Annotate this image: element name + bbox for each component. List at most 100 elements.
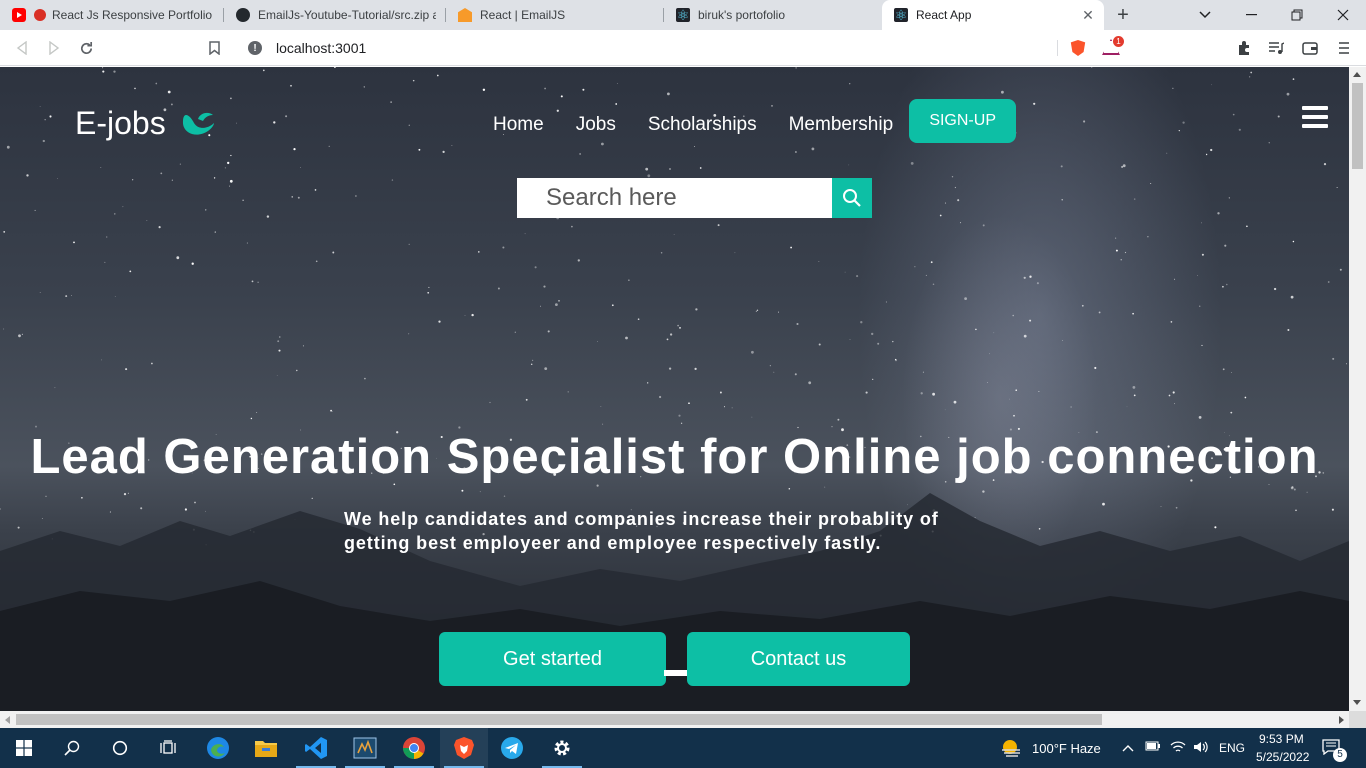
scroll-down-arrow-icon[interactable] bbox=[1353, 700, 1361, 705]
forward-button[interactable] bbox=[44, 38, 64, 58]
mysql-workbench-icon[interactable] bbox=[341, 728, 389, 768]
horizontal-scrollbar[interactable] bbox=[0, 711, 1349, 728]
weather-text[interactable]: 100°F Haze bbox=[1032, 741, 1101, 756]
brave-icon[interactable] bbox=[440, 728, 488, 768]
hero-section: E-jobs Home Jobs Scholarships Membership… bbox=[0, 67, 1349, 711]
star bbox=[616, 83, 618, 84]
nav-jobs[interactable]: Jobs bbox=[576, 114, 616, 136]
nav-home[interactable]: Home bbox=[493, 114, 544, 136]
star bbox=[794, 151, 797, 153]
site-info-icon[interactable]: ! bbox=[248, 41, 262, 55]
nav-scholarships[interactable]: Scholarships bbox=[648, 114, 757, 136]
star bbox=[920, 392, 923, 395]
emailjs-icon bbox=[458, 8, 472, 22]
address-bar[interactable]: ! localhost:3001 1 bbox=[236, 34, 1128, 62]
star bbox=[925, 274, 927, 276]
new-tab-button[interactable]: + bbox=[1112, 4, 1134, 26]
get-started-button[interactable]: Get started bbox=[439, 632, 666, 686]
tab-emailjs[interactable]: React | EmailJS bbox=[446, 0, 664, 30]
clock-date[interactable]: 5/25/2022 bbox=[1256, 750, 1309, 764]
scroll-up-arrow-icon[interactable] bbox=[1353, 72, 1361, 77]
clock-time[interactable]: 9:53 PM bbox=[1259, 732, 1304, 746]
weather-haze-icon[interactable] bbox=[990, 728, 1032, 768]
settings-icon[interactable] bbox=[538, 728, 586, 768]
windows-taskbar: 100°F Haze ENG 9:53 PM 5/25/2022 5 bbox=[0, 728, 1366, 768]
star bbox=[514, 331, 516, 333]
contact-us-button[interactable]: Contact us bbox=[687, 632, 910, 686]
wallet-icon[interactable] bbox=[1300, 38, 1320, 58]
tab-react-app[interactable]: ⚛ React App ✕ bbox=[882, 0, 1104, 30]
wifi-icon[interactable] bbox=[1170, 740, 1186, 757]
star bbox=[300, 166, 301, 168]
horizontal-scroll-thumb[interactable] bbox=[16, 714, 1102, 725]
star bbox=[256, 412, 258, 413]
start-button[interactable] bbox=[0, 728, 48, 768]
star bbox=[1081, 304, 1084, 307]
star bbox=[1120, 259, 1122, 261]
star bbox=[6, 145, 10, 149]
language-indicator[interactable]: ENG bbox=[1219, 741, 1245, 755]
vertical-scroll-thumb[interactable] bbox=[1352, 83, 1363, 169]
star bbox=[1273, 287, 1277, 291]
star bbox=[114, 213, 116, 215]
star bbox=[167, 90, 171, 94]
tab-github-emailjs[interactable]: EmailJs-Youtube-Tutorial/src.zip at bbox=[224, 0, 446, 30]
star bbox=[205, 209, 207, 211]
star bbox=[647, 174, 651, 178]
volume-icon[interactable] bbox=[1193, 740, 1209, 757]
vertical-scrollbar[interactable] bbox=[1349, 67, 1366, 711]
extensions-icon[interactable] bbox=[1234, 38, 1254, 58]
telegram-icon[interactable] bbox=[488, 728, 536, 768]
cortana-icon[interactable] bbox=[96, 728, 144, 768]
star bbox=[1023, 334, 1027, 338]
star bbox=[277, 340, 280, 343]
search-taskbar-icon[interactable] bbox=[48, 728, 96, 768]
battery-icon[interactable] bbox=[1145, 740, 1161, 755]
close-tab-icon[interactable]: ✕ bbox=[1080, 7, 1096, 23]
star bbox=[1168, 394, 1171, 397]
tab-search-chevron-icon[interactable] bbox=[1182, 0, 1228, 30]
hero-subtitle-line-1: We help candidates and companies increas… bbox=[344, 509, 939, 529]
star bbox=[1339, 268, 1342, 271]
star bbox=[101, 359, 102, 361]
edge-icon[interactable] bbox=[194, 728, 242, 768]
vscode-icon[interactable] bbox=[292, 728, 340, 768]
star bbox=[755, 310, 757, 312]
star bbox=[1201, 253, 1204, 256]
bookmark-icon[interactable] bbox=[204, 38, 224, 58]
tab-react-portfolio-video[interactable]: React Js Responsive Portfolio w bbox=[0, 0, 224, 30]
nav-membership[interactable]: Membership bbox=[789, 114, 894, 136]
star bbox=[824, 486, 826, 488]
tab-title: biruk's portofolio bbox=[698, 8, 785, 22]
star bbox=[39, 105, 41, 107]
star bbox=[1268, 142, 1270, 144]
file-explorer-icon[interactable] bbox=[242, 728, 290, 768]
recording-indicator-icon bbox=[34, 9, 46, 21]
chevron-up-icon[interactable] bbox=[1122, 740, 1134, 755]
media-queue-icon[interactable] bbox=[1266, 38, 1286, 58]
task-view-icon[interactable] bbox=[144, 728, 192, 768]
back-button[interactable] bbox=[12, 38, 32, 58]
search-input[interactable] bbox=[517, 178, 832, 218]
tab-biruk-portfolio[interactable]: ⚛ biruk's portofolio bbox=[664, 0, 882, 30]
close-window-button[interactable] bbox=[1320, 0, 1366, 30]
search-button[interactable] bbox=[832, 178, 872, 218]
scroll-right-arrow-icon[interactable] bbox=[1339, 716, 1344, 724]
chrome-icon[interactable] bbox=[390, 728, 438, 768]
star bbox=[330, 409, 333, 412]
star bbox=[694, 367, 697, 371]
scroll-left-arrow-icon[interactable] bbox=[5, 716, 10, 724]
star bbox=[297, 196, 300, 199]
star bbox=[856, 275, 859, 278]
brand-logo[interactable]: E-jobs bbox=[75, 105, 216, 142]
minimize-button[interactable] bbox=[1228, 0, 1274, 30]
star bbox=[579, 153, 581, 155]
tab-title: EmailJs-Youtube-Tutorial/src.zip at bbox=[258, 8, 436, 22]
reload-button[interactable] bbox=[76, 38, 96, 58]
restore-button[interactable] bbox=[1274, 0, 1320, 30]
hamburger-menu-icon[interactable] bbox=[1302, 106, 1328, 128]
signup-button[interactable]: SIGN-UP bbox=[909, 99, 1017, 143]
windows-logo-icon bbox=[16, 740, 32, 756]
brave-shield-icon[interactable] bbox=[1070, 40, 1086, 56]
menu-icon[interactable] bbox=[1334, 38, 1354, 58]
